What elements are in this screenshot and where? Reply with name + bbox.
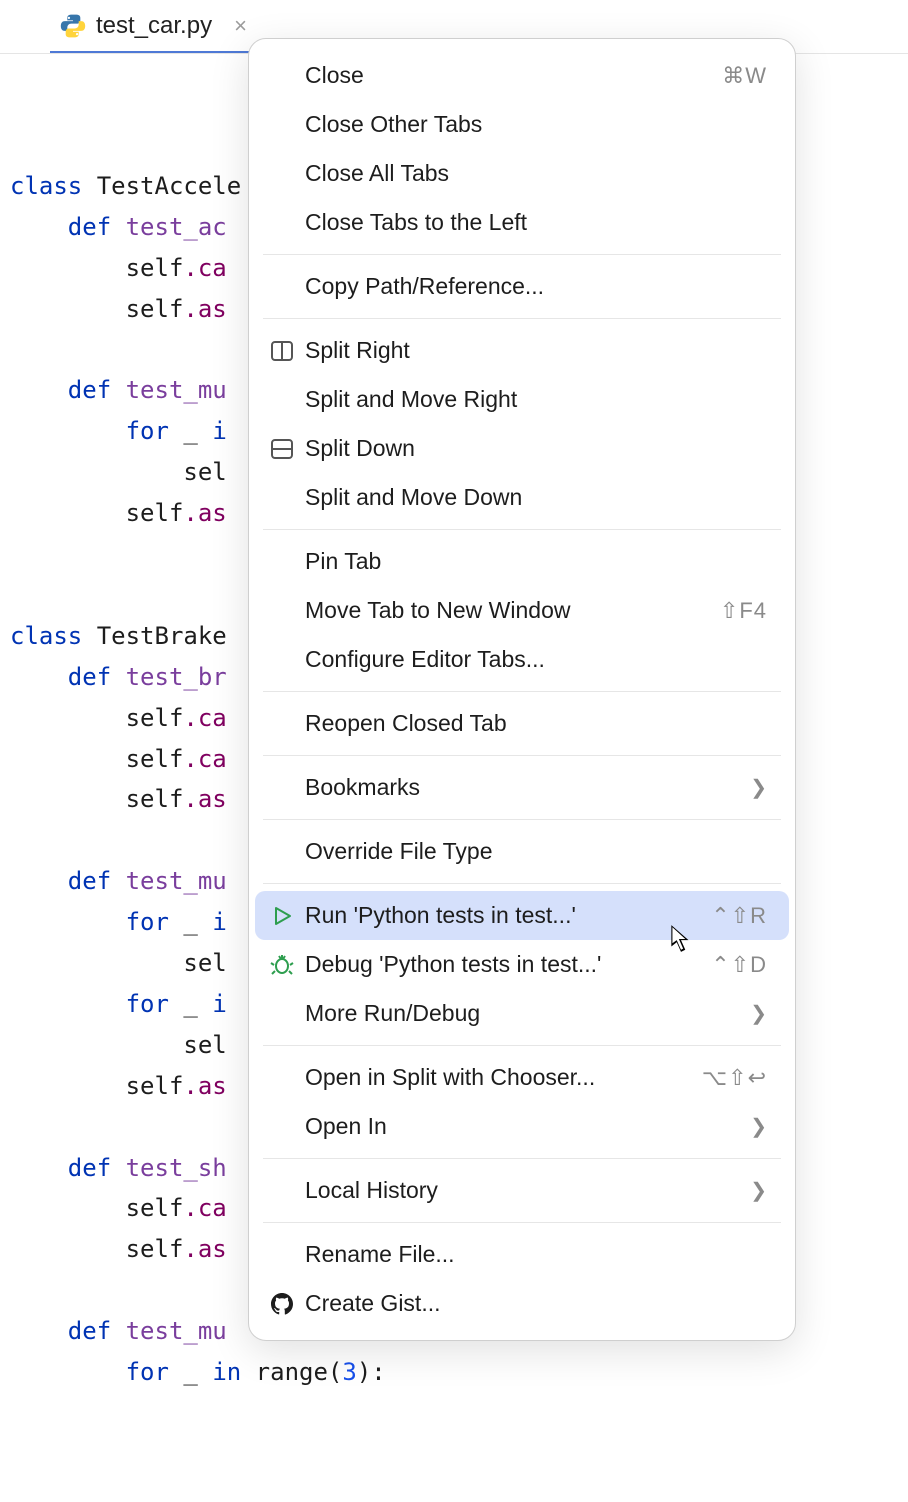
menu-shortcut: ⌃⇧R [711,903,767,929]
split-down-icon [269,436,295,462]
menu-item-more-run-debug[interactable]: More Run/Debug❯ [255,989,789,1038]
menu-item-label: Close [305,62,722,89]
menu-item-label: Reopen Closed Tab [305,710,767,737]
menu-item-pin-tab[interactable]: Pin Tab [255,537,789,586]
menu-item-open-in-split-with-chooser[interactable]: Open in Split with Chooser...⌥⇧↩ [255,1053,789,1102]
tab-filename: test_car.py [96,12,212,40]
menu-item-label: Configure Editor Tabs... [305,646,767,673]
menu-item-close-other-tabs[interactable]: Close Other Tabs [255,100,789,149]
menu-item-label: Split Down [305,435,767,462]
menu-shortcut: ⌃⇧D [711,952,767,978]
menu-item-split-and-move-down[interactable]: Split and Move Down [255,473,789,522]
menu-separator [263,1222,781,1223]
menu-separator [263,254,781,255]
menu-item-label: Copy Path/Reference... [305,273,767,300]
menu-item-move-tab-to-new-window[interactable]: Move Tab to New Window⇧F4 [255,586,789,635]
chevron-right-icon: ❯ [750,775,767,800]
menu-item-copy-path-reference[interactable]: Copy Path/Reference... [255,262,789,311]
menu-item-debug-python-tests-in-test[interactable]: Debug 'Python tests in test...'⌃⇧D [255,940,789,989]
menu-item-split-right[interactable]: Split Right [255,326,789,375]
menu-item-label: Close All Tabs [305,160,767,187]
menu-item-label: Open In [305,1113,750,1140]
close-icon[interactable]: × [234,15,247,37]
python-file-icon [60,13,86,39]
menu-separator [263,1045,781,1046]
menu-item-label: Bookmarks [305,774,750,801]
github-icon [269,1291,295,1317]
menu-item-label: Rename File... [305,1241,767,1268]
menu-item-create-gist[interactable]: Create Gist... [255,1279,789,1328]
menu-item-label: Debug 'Python tests in test...' [305,951,711,978]
menu-item-label: Open in Split with Chooser... [305,1064,702,1091]
tab-context-menu: Close⌘W Close Other Tabs Close All Tabs Clo… [248,38,796,1341]
run-icon [269,903,295,929]
menu-item-bookmarks[interactable]: Bookmarks❯ [255,763,789,812]
menu-item-close-all-tabs[interactable]: Close All Tabs [255,149,789,198]
menu-item-configure-editor-tabs[interactable]: Configure Editor Tabs... [255,635,789,684]
menu-item-label: Split Right [305,337,767,364]
menu-item-label: Move Tab to New Window [305,597,720,624]
split-right-icon [269,338,295,364]
menu-item-label: More Run/Debug [305,1000,750,1027]
menu-item-label: Local History [305,1177,750,1204]
menu-item-label: Run 'Python tests in test...' [305,902,711,929]
menu-item-label: Split and Move Down [305,484,767,511]
menu-item-label: Create Gist... [305,1290,767,1317]
menu-separator [263,755,781,756]
menu-item-open-in[interactable]: Open In❯ [255,1102,789,1151]
menu-separator [263,1158,781,1159]
menu-item-label: Split and Move Right [305,386,767,413]
chevron-right-icon: ❯ [750,1178,767,1203]
menu-item-reopen-closed-tab[interactable]: Reopen Closed Tab [255,699,789,748]
menu-item-override-file-type[interactable]: Override File Type [255,827,789,876]
chevron-right-icon: ❯ [750,1001,767,1026]
menu-item-label: Pin Tab [305,548,767,575]
menu-item-label: Override File Type [305,838,767,865]
menu-shortcut: ⌥⇧↩ [702,1065,767,1091]
chevron-right-icon: ❯ [750,1114,767,1139]
menu-shortcut: ⇧F4 [720,598,767,624]
menu-item-split-and-move-right[interactable]: Split and Move Right [255,375,789,424]
menu-item-label: Close Tabs to the Left [305,209,767,236]
editor-tab[interactable]: test_car.py × [50,0,265,53]
menu-item-label: Close Other Tabs [305,111,767,138]
menu-separator [263,318,781,319]
menu-separator [263,529,781,530]
menu-item-close-tabs-to-the-left[interactable]: Close Tabs to the Left [255,198,789,247]
menu-item-run-python-tests-in-test[interactable]: Run 'Python tests in test...'⌃⇧R [255,891,789,940]
menu-item-local-history[interactable]: Local History❯ [255,1166,789,1215]
menu-separator [263,883,781,884]
menu-separator [263,819,781,820]
menu-shortcut: ⌘W [722,63,767,89]
menu-item-split-down[interactable]: Split Down [255,424,789,473]
debug-icon [269,952,295,978]
menu-item-close[interactable]: Close⌘W [255,51,789,100]
menu-separator [263,691,781,692]
menu-item-rename-file[interactable]: Rename File... [255,1230,789,1279]
